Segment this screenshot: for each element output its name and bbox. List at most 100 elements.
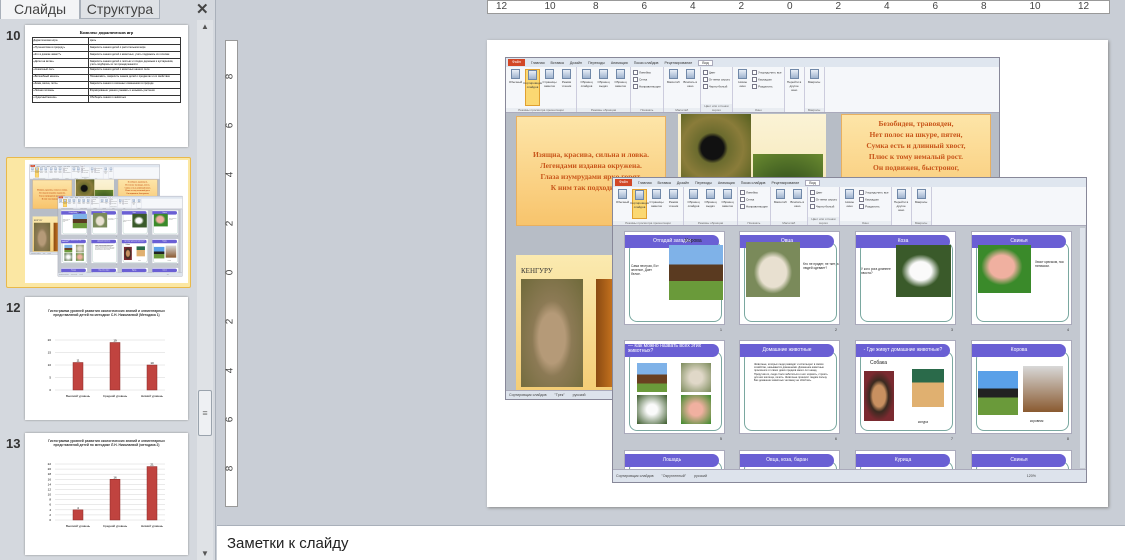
slide-card[interactable]: Отгадай загадки Корова Сама пестрая, Ест з… [60,210,88,235]
ribbon-group: Образец слайдов Образец выдач Образец заме… [684,187,738,225]
slide-card[interactable]: Коза У кого рога длиннее хвоста? [855,231,956,325]
ribbon-group: Обычный Сортировщик слайдов Страницы замет… [506,67,577,112]
status-item: Сортировщик слайдов [30,252,41,254]
ribbon-button: Масштаб [773,189,788,219]
table-cell: Закрепить знания о сезонных изменениях в… [88,80,182,89]
ribbon-tab: Главная [530,60,545,65]
ribbon-button: Вписать в окно [104,199,108,207]
ribbon-option: Черно-белый [111,203,117,205]
ribbon-button-label: Образец заметок [614,80,627,88]
ribbon-group-label: Окно [117,207,131,209]
slide-card[interactable]: — Как можно назвать всех этих животных? [60,238,88,264]
data-label: 11 [76,359,79,363]
tab-outline[interactable]: Структура [80,0,160,19]
slide-card[interactable]: Домашние животные Животные, которых люди … [739,340,840,434]
ribbon-group-label: Макросы [911,221,931,225]
ribbon-group-label: Режимы образцов [684,221,737,225]
slide-card[interactable]: Коза У кого рога длиннее хвоста? [121,210,149,235]
ribbon-button: Образец слайдов [579,69,594,106]
ribbon-tab: Переходы [587,60,605,65]
card-text: У кого рога длиннее хвоста? [861,267,891,276]
ribbon-button-label: Образец слайдов [580,80,593,88]
ruler-label: 2 [835,1,842,12]
ruler-label: 8 [224,465,236,472]
slide-thumbnail-12[interactable]: Гистограмма уровней развития экологическ… [25,297,188,420]
bar [146,466,158,521]
category-label: Низкий уровень [141,524,163,528]
view-icon [562,69,571,79]
slide-card[interactable]: - Где живут домашние животные? Собака кону… [121,238,149,264]
view-icon [652,189,661,199]
slide-card[interactable]: Свинья Хвост крючком, нос пятачком. [152,210,179,235]
thumbnail-scrollbar[interactable]: ▲ ▼ [197,20,213,560]
ribbon-button-label: Вписать в окно [76,170,81,173]
slide-card[interactable]: - Где живут домашние животные? Собака кону… [855,340,956,434]
goat-photo [896,245,951,297]
ribbon-option: Упорядочить все [752,70,781,75]
bar-chart: 02468101214161820224Высокий уровень16Сре… [48,462,165,528]
notes-input[interactable]: Заметки к слайду [217,525,1125,560]
ribbon-group-label: Цвет или оттенки серого [109,206,118,209]
slide-card[interactable]: Отгадай загадки Корова Сама пестрая, Ест з… [624,231,725,325]
ribbon-small-group: Линейка Сетка Направляющие [63,168,71,178]
slide-number: 2 [835,328,837,332]
scroll-up-icon[interactable]: ▲ [197,22,213,31]
view-icon [916,189,926,199]
ribbon-button: Новое окно [735,69,750,106]
status-item: "Округленный" [70,273,78,275]
ribbon-button: Масштаб [72,167,76,178]
view-icon [616,69,625,79]
table-header-cell: Дидактическая игра [31,37,90,45]
slide-number: 4 [177,235,178,237]
ribbon-group-label: Цвет или оттенки серого [700,104,733,112]
slide-canvas[interactable]: Файл Главная Вставка Дизайн Переходы Анимация… [487,40,1108,507]
ribbon-group: Макросы Макросы [804,67,825,112]
ruler-label: 12 [1078,1,1090,12]
slide-thumbnail-13[interactable]: Гистограмма уровней развития экологическ… [25,433,188,555]
ribbon-button: Новое окно [118,199,122,207]
slide-card[interactable]: ОвцаКто не прядет, не ткет, а людей одев… [91,210,118,235]
ribbon-tab: Анимация [610,60,628,65]
ribbon-button-label: Новое окно [90,170,94,173]
ribbon-button-label: Макросы [109,170,113,172]
table-row: «Лесная поляна» Формирование умения узнав… [31,87,182,96]
ribbon-button-label: Макросы [137,202,141,204]
slide-card[interactable]: Свинья Хвост крючком, нос пятачком. [971,231,1072,325]
table-row: «Зима, весна, лето» Закрепить знания о се… [31,80,182,89]
slide-number: 5 [720,437,722,441]
slide-card[interactable]: ОвцаКто не прядет, не ткет, а людей одев… [739,231,840,325]
ribbon-button: Сортировщик слайдов [63,199,68,207]
slide-card[interactable]: Корова коровник [971,340,1072,434]
ribbon-button: Образец выдач [54,167,58,178]
ribbon-group-label: Масштаб [770,221,807,225]
table-cell: Закрепить знания детей о листьях и плода… [88,58,182,68]
bar [146,364,158,391]
table-cell: «Сказочный лес» [31,66,90,75]
ribbon-small-group: Линейка Сетка Направляющие [740,189,768,219]
table-cell: «Лесная поляна» [31,87,90,96]
slide-card[interactable]: — Как можно назвать всех этих животных? [624,340,725,434]
table-cell: Обобщать знания о животных [88,94,182,103]
slide-thumbnail-11-selected[interactable]: Файл Главная Вставка Дизайн Переходы Анимация… [6,157,191,288]
scrollbar-thumb[interactable]: ≡ [198,390,212,436]
close-icon[interactable]: ✕ [196,0,209,18]
ribbon-group-label: Показать [631,108,663,112]
slide-card[interactable]: Корова коровник [152,238,179,264]
tick-label: 0 [49,518,51,522]
slide-card[interactable]: Домашние животные Животные, которых люди … [91,238,118,264]
slide-thumbnail-10[interactable]: Комплекс дидактических игр Дидактическая… [25,25,188,147]
ribbon-button-label: Масштаб [773,200,787,204]
ribbon-button-label: Образец выдач [704,200,717,208]
ribbon-group: Образец слайдов Образец выдач Образец заме… [577,67,631,112]
slide-number: 3 [146,235,148,237]
ribbon-option: Упорядочить все [859,190,888,195]
card-text: Сама пестрая, Ест зеленое, Дает белое. [62,218,71,223]
card-title: Курица [121,268,147,273]
scroll-down-icon[interactable]: ▼ [197,549,213,558]
table-cell: «Зима, весна, лето» [31,80,90,89]
card-text: коровник [167,259,172,261]
tab-slides[interactable]: Слайды [0,0,80,19]
tick-label: 4 [49,508,51,512]
bar-chart: 0 5 10 15 20 11 Высокий уровень 19 Средний урове… [48,338,165,398]
ribbon-button-label: Образец слайдов [77,202,81,205]
